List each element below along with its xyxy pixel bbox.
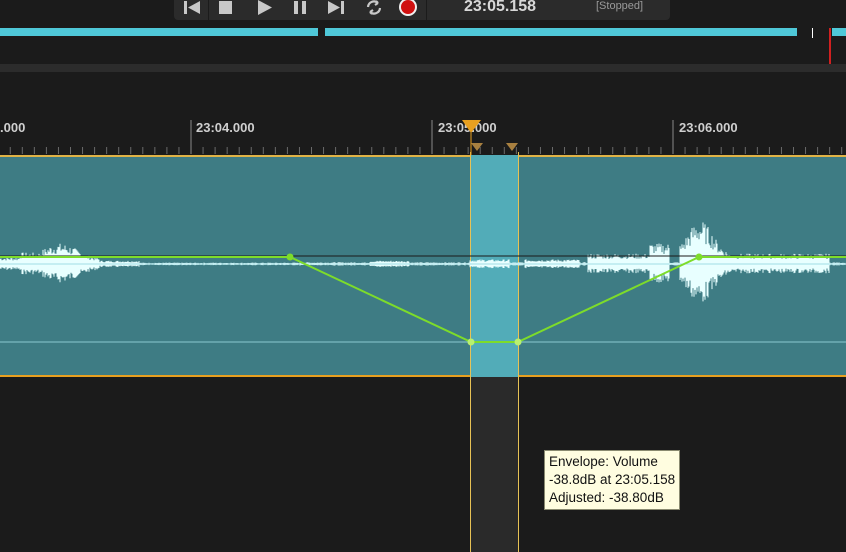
tooltip-line: Adjusted: -38.80dB — [549, 490, 664, 505]
envelope-point[interactable] — [695, 253, 703, 261]
selection-end-handle-icon[interactable] — [506, 143, 518, 151]
envelope-tooltip: Envelope: Volume -38.8dB at 23:05.158 Ad… — [544, 450, 681, 510]
waveform-overlay — [0, 120, 846, 346]
selection-start-handle-icon[interactable] — [471, 143, 483, 151]
waveform — [0, 222, 846, 302]
envelope-point[interactable] — [514, 338, 522, 346]
tooltip-line: -38.8dB at 23:05.158 — [549, 472, 676, 487]
tooltip-line: Envelope: Volume — [549, 454, 658, 469]
envelope-point[interactable] — [286, 253, 294, 261]
envelope-point[interactable] — [467, 338, 475, 346]
